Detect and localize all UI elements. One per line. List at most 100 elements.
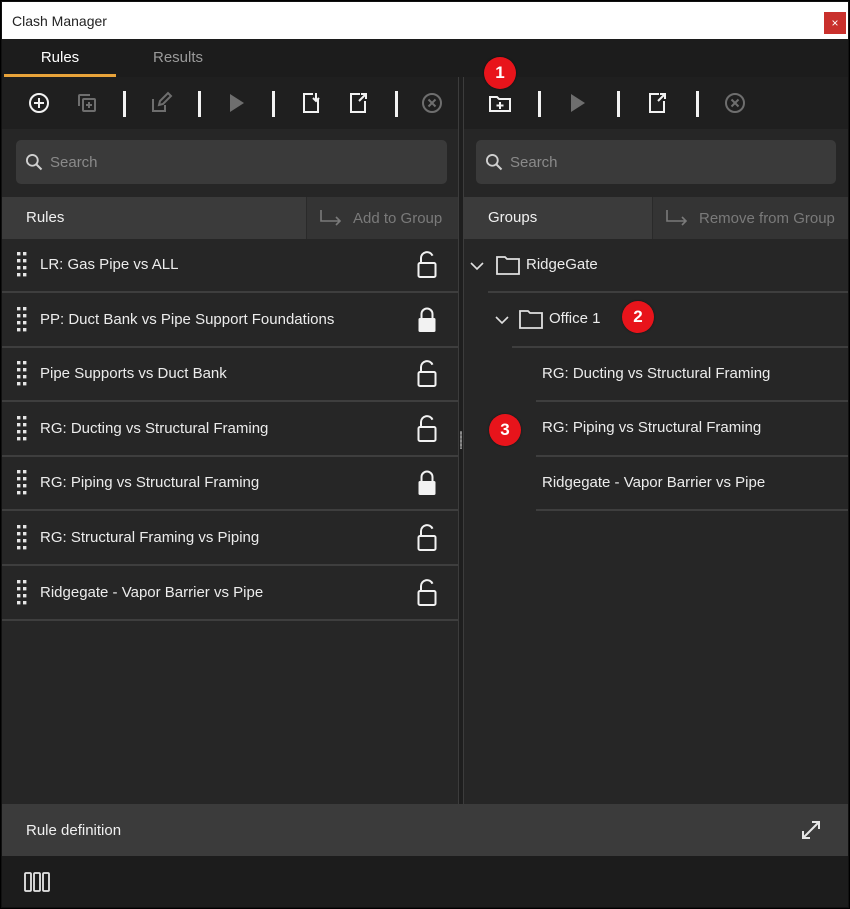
lock-icon[interactable]: [416, 469, 438, 497]
tree-folder-office-1[interactable]: Office 1: [464, 293, 848, 347]
rules-pane: Rules Add to Group LR: Gas Pipe vs ALL PP…: [2, 77, 458, 804]
unlocked-icon[interactable]: [416, 251, 438, 279]
rule-name: PP: Duct Bank vs Pipe Support Foundation…: [40, 310, 335, 328]
rule-row[interactable]: PP: Duct Bank vs Pipe Support Foundation…: [2, 294, 458, 348]
arrow-return-icon: [320, 210, 342, 226]
drag-handle-icon[interactable]: [16, 415, 28, 441]
import-rules-button[interactable]: [297, 89, 325, 117]
rules-toolbar: [2, 77, 458, 129]
rules-header: Rules Add to Group: [2, 197, 458, 239]
footer-bar: [2, 856, 848, 907]
edit-icon: [152, 91, 173, 112]
rule-row[interactable]: RG: Ducting vs Structural Framing: [2, 403, 458, 457]
duplicate-icon: [78, 94, 96, 112]
delete-group-button[interactable]: [721, 89, 749, 117]
tree-folder-label: Office 1: [549, 310, 601, 327]
toolbar-separator: [617, 91, 620, 117]
export-icon: [350, 93, 367, 113]
callout-badge-3: 3: [489, 414, 521, 446]
unlocked-icon[interactable]: [416, 524, 438, 552]
rule-name: LR: Gas Pipe vs ALL: [40, 256, 179, 273]
tree-item-label: Ridgegate - Vapor Barrier vs Pipe: [542, 474, 766, 491]
toolbar-separator: [395, 91, 398, 117]
lock-icon[interactable]: [416, 306, 438, 334]
rule-definition-label: Rule definition: [26, 822, 122, 839]
tree-item[interactable]: Ridgegate - Vapor Barrier vs Pipe: [464, 457, 848, 511]
unlocked-icon[interactable]: [416, 360, 438, 388]
search-icon: [486, 154, 503, 171]
export-icon: [649, 93, 666, 113]
groups-search-input[interactable]: [510, 140, 810, 184]
rule-name: Pipe Supports vs Duct Bank: [40, 365, 227, 383]
unlocked-icon[interactable]: [416, 414, 438, 443]
remove-from-group-button[interactable]: Remove from Group: [652, 197, 848, 239]
tree-divider: [536, 509, 848, 511]
search-icon: [26, 154, 43, 171]
play-icon: [571, 94, 585, 112]
window-title: Clash Manager: [12, 13, 107, 29]
drag-handle-icon[interactable]: [16, 469, 28, 495]
arrow-return-icon: [666, 210, 688, 226]
tab-rules[interactable]: Rules: [4, 39, 116, 77]
tree-item-label: RG: Ducting vs Structural Framing: [542, 365, 771, 382]
rule-name: RG: Piping vs Structural Framing: [40, 474, 260, 492]
drag-handle-icon[interactable]: [16, 579, 28, 605]
tree-folder-ridgegate[interactable]: RidgeGate: [464, 239, 848, 293]
groups-toolbar: [464, 77, 848, 129]
chevron-down-icon: [495, 316, 509, 325]
tree-folder-label: RidgeGate: [526, 256, 598, 273]
title-bar: Clash Manager ×: [2, 2, 848, 39]
folder-icon: [519, 310, 543, 329]
rule-name: RG: Ducting vs Structural Framing: [40, 419, 269, 437]
add-to-group-button[interactable]: Add to Group: [306, 197, 458, 239]
rule-row[interactable]: RG: Piping vs Structural Framing: [2, 457, 458, 512]
folder-add-icon: [489, 96, 511, 112]
run-group-button[interactable]: [563, 89, 591, 117]
rule-row[interactable]: LR: Gas Pipe vs ALL: [2, 239, 458, 293]
unlocked-icon[interactable]: [416, 578, 438, 607]
rule-name: RG: Structural Framing vs Piping: [40, 529, 260, 546]
tab-bar: Rules Results: [2, 39, 848, 77]
expand-icon[interactable]: [800, 819, 822, 841]
clash-manager-window: Clash Manager × Rules Results Search Rul…: [1, 1, 849, 908]
rule-name: Ridgegate - Vapor Barrier vs Pipe: [40, 583, 264, 601]
drag-handle-icon[interactable]: [16, 524, 28, 550]
rule-row[interactable]: Ridgegate - Vapor Barrier vs Pipe: [2, 567, 458, 621]
toolbar-separator: [696, 91, 699, 117]
groups-header: Groups Remove from Group: [464, 197, 848, 239]
add-rule-button[interactable]: [25, 89, 53, 117]
close-button[interactable]: ×: [824, 12, 846, 34]
play-icon: [230, 94, 244, 112]
rules-search-input[interactable]: [50, 140, 350, 184]
duplicate-rule-button[interactable]: [73, 89, 101, 117]
toolbar-separator: [272, 91, 275, 117]
cancel-circle-icon: [422, 93, 442, 113]
rule-row[interactable]: Pipe Supports vs Duct Bank: [2, 348, 458, 403]
chevron-down-icon: [470, 262, 484, 271]
cancel-circle-icon: [725, 93, 745, 113]
tree-item[interactable]: RG: Ducting vs Structural Framing: [464, 348, 848, 402]
delete-rule-button[interactable]: [418, 89, 446, 117]
tree-item[interactable]: RG: Piping vs Structural Framing: [464, 402, 848, 456]
edit-rule-button[interactable]: [147, 89, 175, 117]
export-rules-button[interactable]: [344, 89, 372, 117]
add-group-button[interactable]: [486, 89, 514, 117]
columns-icon[interactable]: [24, 872, 50, 892]
splitter-grip-icon: [460, 431, 462, 449]
rule-definition-bar[interactable]: Rule definition: [2, 804, 848, 856]
export-group-button[interactable]: [643, 89, 671, 117]
run-rule-button[interactable]: [222, 89, 250, 117]
add-circle-icon: [29, 93, 49, 113]
drag-handle-icon[interactable]: [16, 360, 28, 386]
groups-header-label: Groups: [488, 209, 538, 226]
toolbar-separator: [123, 91, 126, 117]
drag-handle-icon[interactable]: [16, 306, 28, 332]
drag-handle-icon[interactable]: [16, 251, 28, 277]
callout-badge-2: 2: [622, 301, 654, 333]
tree-item-label: RG: Piping vs Structural Framing: [542, 419, 762, 436]
import-icon: [303, 93, 320, 113]
callout-badge-1: 1: [484, 57, 516, 89]
tab-results[interactable]: Results: [122, 39, 234, 77]
remove-from-group-label: Remove from Group: [699, 209, 835, 227]
rule-row[interactable]: RG: Structural Framing vs Piping: [2, 512, 458, 566]
